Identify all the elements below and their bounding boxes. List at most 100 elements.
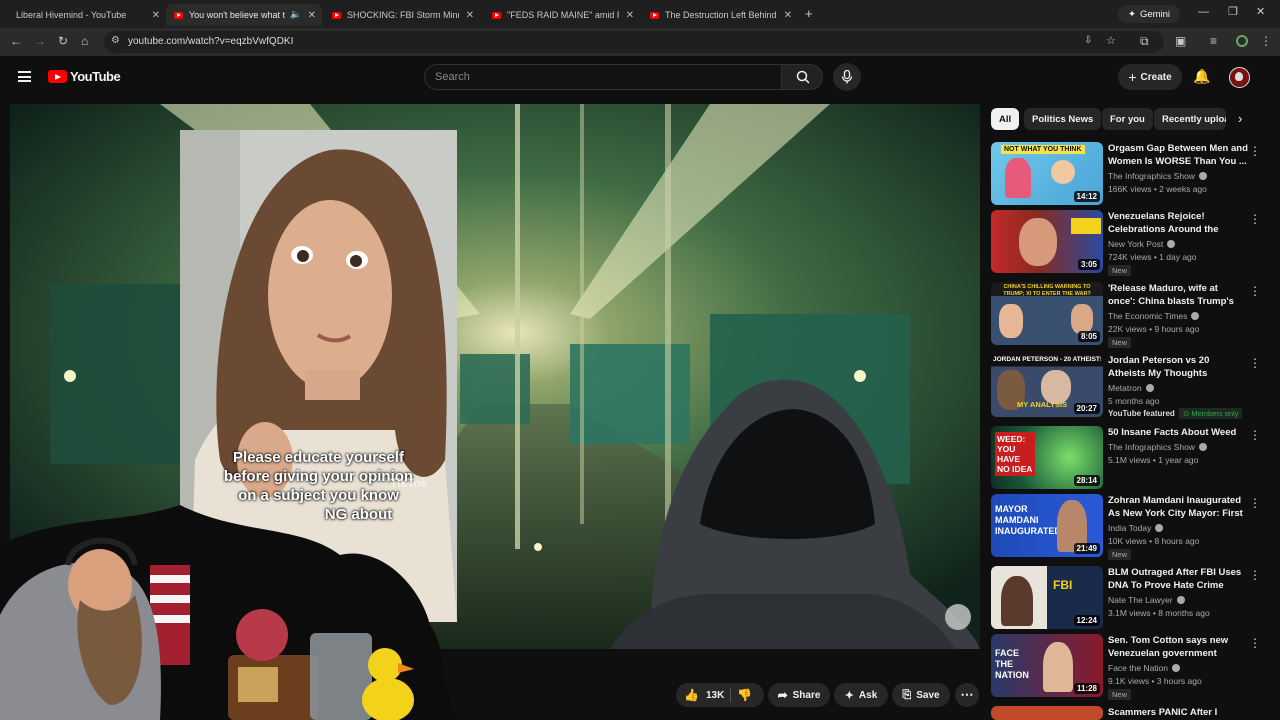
ask-button[interactable]: ✦ Ask [834, 683, 888, 707]
install-icon[interactable]: ⇩ [1084, 35, 1092, 46]
recommendation-item[interactable]: Scammers PANIC After I [991, 706, 1261, 720]
more-options-icon[interactable]: ⋮ [1249, 428, 1261, 442]
video-title[interactable]: 'Release Maduro, wife at once': China bl… [1108, 282, 1248, 308]
gemini-button[interactable]: ✦ Gemini [1118, 5, 1180, 23]
thumbnail-subtext: MY ANALYSIS [1017, 400, 1068, 409]
recommendation-item[interactable]: WEED: YOU HAVE NO IDEA 28:14 50 Insane F… [991, 426, 1261, 494]
back-icon[interactable]: ← [10, 34, 22, 48]
more-options-icon[interactable]: ⋮ [1249, 144, 1261, 158]
channel-name[interactable]: The Infographics Show [1108, 442, 1207, 452]
dislike-icon[interactable]: 👎 [737, 688, 752, 702]
more-options-icon[interactable]: ⋮ [1249, 356, 1261, 370]
chip-for-you[interactable]: For you [1102, 108, 1153, 130]
save-button[interactable]: ⎘ Save [892, 683, 950, 707]
tab-fbi-storm[interactable]: SHOCKING: FBI Storm Minneap ✕ [324, 4, 480, 26]
new-badge: New [1108, 337, 1132, 348]
thumbnail-figure [1005, 158, 1031, 198]
like-count[interactable]: 13K [706, 690, 724, 701]
recommendation-item[interactable]: FACE THE NATION 11:28 Sen. Tom Cotton sa… [991, 634, 1261, 702]
channel-name[interactable]: The Economic Times [1108, 311, 1200, 321]
verified-icon [1172, 664, 1181, 672]
channel-name[interactable]: Metatron [1108, 383, 1154, 393]
chip-politics-news[interactable]: Politics News [1024, 108, 1102, 130]
video-thumbnail[interactable]: MAYOR MAMDANI INAUGURATED 21:49 [991, 494, 1103, 557]
recommendation-item[interactable]: JORDAN PETERSON - 20 ATHEISTS MY ANALYSI… [991, 354, 1261, 422]
home-icon[interactable]: ⌂ [81, 34, 88, 48]
more-options-icon[interactable]: ⋮ [1249, 496, 1261, 510]
close-icon[interactable]: ✕ [308, 10, 316, 21]
tab-destruction[interactable]: The Destruction Left Behind Af ✕ [642, 4, 798, 26]
close-icon[interactable]: ✕ [466, 10, 474, 21]
video-title[interactable]: 50 Insane Facts About Weed [1108, 426, 1248, 439]
tab-active-video[interactable]: You won't believe what the 🔈 ✕ [166, 4, 322, 26]
recommendation-item[interactable]: FBI 12:24 BLM Outraged After FBI Uses DN… [991, 566, 1261, 634]
video-title[interactable]: Zohran Mamdani Inaugurated As New York C… [1108, 494, 1248, 520]
video-thumbnail[interactable]: FACE THE NATION 11:28 [991, 634, 1103, 697]
video-title[interactable]: BLM Outraged After FBI Uses DNA To Prove… [1108, 566, 1248, 592]
more-options-icon[interactable]: ⋮ [1249, 636, 1261, 650]
window-close-icon[interactable]: ✕ [1256, 5, 1265, 18]
reload-icon[interactable]: ↻ [58, 34, 68, 48]
more-actions-icon[interactable]: ⋯ [955, 683, 979, 707]
channel-name[interactable]: Nate The Lawyer [1108, 595, 1185, 605]
search-input[interactable]: Search [424, 64, 782, 90]
video-thumbnail[interactable]: 3:05 [991, 210, 1103, 273]
channel-label: The Economic Times [1108, 311, 1188, 321]
channel-name[interactable]: India Today [1108, 523, 1164, 533]
speaker-icon[interactable]: 🔈 [290, 9, 301, 20]
extensions-icon[interactable]: ⧉ [1140, 34, 1149, 49]
video-title[interactable]: Orgasm Gap Between Men and Women Is WORS… [1108, 142, 1248, 168]
voice-search-button[interactable] [833, 63, 861, 91]
channel-watermark-icon[interactable] [945, 604, 971, 630]
share-button[interactable]: ➦ Share [768, 683, 830, 707]
close-icon[interactable]: ✕ [152, 10, 160, 21]
create-button[interactable]: + Create [1118, 64, 1182, 90]
close-icon[interactable]: ✕ [626, 10, 634, 21]
chip-all[interactable]: All [991, 108, 1020, 130]
channel-name[interactable]: New York Post [1108, 239, 1176, 249]
split-view-icon[interactable]: ▣ [1175, 34, 1186, 48]
new-tab-button[interactable]: + [805, 6, 813, 21]
search-button[interactable] [781, 64, 823, 90]
bookmark-star-icon[interactable]: ☆ [1106, 34, 1116, 47]
recommendation-item[interactable]: CHINA'S CHILLING WARNING TO TRUMP; XI TO… [991, 282, 1261, 350]
close-icon[interactable]: ✕ [784, 10, 792, 21]
notifications-bell-icon[interactable]: 🔔 [1193, 68, 1210, 85]
hamburger-menu-icon[interactable] [18, 71, 31, 82]
tab-feds-raid[interactable]: "FEDS RAID MAINE" amid Re ✕ [484, 4, 640, 26]
youtube-logo[interactable]: YouTube [48, 69, 121, 84]
url-field[interactable]: ⚙ youtube.com/watch?v=eqzbVwfQDKI ⇩ ☆ [104, 31, 1164, 53]
chip-recently-uploaded[interactable]: Recently uploa [1154, 108, 1226, 130]
video-thumbnail[interactable]: NOT WHAT YOU THINK 14:12 [991, 142, 1103, 205]
more-options-icon[interactable]: ⋮ [1249, 212, 1261, 226]
video-thumbnail[interactable]: JORDAN PETERSON - 20 ATHEISTS MY ANALYSI… [991, 354, 1103, 417]
more-options-icon[interactable]: ⋮ [1249, 568, 1261, 582]
video-title[interactable]: Scammers PANIC After I [1108, 706, 1248, 719]
video-title[interactable]: Sen. Tom Cotton says new Venezuelan gove… [1108, 634, 1248, 660]
video-title[interactable]: Jordan Peterson vs 20 Atheists My Though… [1108, 354, 1248, 380]
video-thumbnail[interactable]: FBI 12:24 [991, 566, 1103, 629]
recommendation-item[interactable]: NOT WHAT YOU THINK 14:12 Orgasm Gap Betw… [991, 142, 1261, 210]
channel-name[interactable]: Face the Nation [1108, 663, 1181, 673]
tab-liberal-hivemind[interactable]: Liberal Hivemind - YouTube ✕ [8, 4, 166, 26]
profile-icon[interactable] [1236, 35, 1248, 47]
video-thumbnail[interactable] [991, 706, 1103, 720]
site-info-icon[interactable]: ⚙ [111, 35, 120, 46]
forward-icon[interactable]: → [34, 34, 46, 48]
channel-name[interactable]: The Infographics Show [1108, 171, 1207, 181]
avatar[interactable] [1229, 67, 1250, 88]
recommendation-item[interactable]: 3:05 Venezuelans Rejoice! Celebrations A… [991, 210, 1261, 278]
like-icon[interactable]: 👍 [684, 688, 699, 702]
duration-badge: 20:27 [1073, 403, 1100, 414]
video-thumbnail[interactable]: CHINA'S CHILLING WARNING TO TRUMP; XI TO… [991, 282, 1103, 345]
video-title[interactable]: Venezuelans Rejoice! Celebrations Around… [1108, 210, 1248, 236]
reading-list-icon[interactable]: ≡ [1210, 34, 1217, 48]
more-options-icon[interactable]: ⋮ [1249, 284, 1261, 298]
browser-menu-icon[interactable]: ⋮ [1260, 34, 1272, 48]
recommendation-item[interactable]: MAYOR MAMDANI INAUGURATED 21:49 Zohran M… [991, 494, 1261, 562]
minimize-icon[interactable]: — [1198, 6, 1209, 18]
video-thumbnail[interactable]: WEED: YOU HAVE NO IDEA 28:14 [991, 426, 1103, 489]
chevron-right-icon[interactable]: › [1238, 111, 1242, 126]
restore-icon[interactable]: ❐ [1228, 5, 1238, 18]
divider [730, 688, 731, 702]
